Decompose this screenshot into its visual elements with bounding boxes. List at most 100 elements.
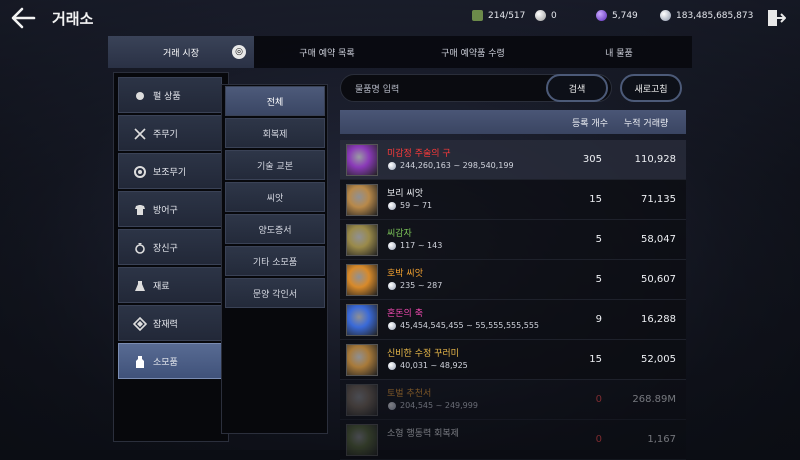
item-price: 117 ~ 143 xyxy=(388,241,442,250)
armor-icon xyxy=(135,205,145,215)
tab-reservation-receive[interactable]: 구매 예약품 수령 xyxy=(400,36,546,68)
category-list: 펄 상품 주무기 보조무기 방어구 장신구 재료 잠재력 소모품 xyxy=(113,72,229,442)
subcategory-all[interactable]: 전체 xyxy=(225,86,325,116)
page-title: 거래소 xyxy=(52,10,94,28)
subcategory-list: 전체 회복제 기술 교본 씨앗 양도증서 기타 소모품 문양 각인서 xyxy=(221,84,328,434)
item-price-range: 40,031 ~ 48,925 xyxy=(400,361,468,370)
item-total: 16,288 xyxy=(641,314,676,325)
bag-capacity: 214/517 xyxy=(472,10,525,21)
item-price-range: 244,260,163 ~ 298,540,199 xyxy=(400,161,514,170)
item-thumbnail-icon xyxy=(346,224,378,256)
tab-my-items[interactable]: 내 물품 xyxy=(546,36,692,68)
category-label: 방어구 xyxy=(153,205,178,216)
item-price: 204,545 ~ 249,999 xyxy=(388,401,478,410)
pearl-icon xyxy=(535,10,546,21)
item-name: 호박 씨앗 xyxy=(387,269,423,279)
bag-capacity-value: 214/517 xyxy=(488,10,526,21)
energy-value: 5,749 xyxy=(612,10,638,21)
category-accessory[interactable]: 장신구 xyxy=(118,229,222,265)
item-row[interactable]: 토벌 추천서 204,545 ~ 249,999 0 268.89M xyxy=(340,380,686,420)
header-total: 누적 거래량 xyxy=(624,118,669,129)
tab-market-label: 거래 시장 xyxy=(163,48,199,59)
item-price-range: 117 ~ 143 xyxy=(400,241,443,250)
item-thumbnail-icon xyxy=(346,384,378,416)
silver-icon xyxy=(388,361,396,370)
item-thumbnail-icon xyxy=(346,184,378,216)
category-label: 펄 상품 xyxy=(153,91,181,102)
main-weapon-icon xyxy=(134,128,146,140)
item-price: 244,260,163 ~ 298,540,199 xyxy=(388,161,514,170)
accessory-icon xyxy=(135,243,145,254)
category-label: 장신구 xyxy=(153,243,178,254)
silver-icon xyxy=(388,321,396,330)
tab-market[interactable]: 거래 시장 ◎ xyxy=(108,36,254,68)
category-main-weapon[interactable]: 주무기 xyxy=(118,115,222,151)
item-row[interactable]: 씨감자 117 ~ 143 5 58,047 xyxy=(340,220,686,260)
category-potential[interactable]: 잠재력 xyxy=(118,305,222,341)
item-name: 씨감자 xyxy=(387,229,412,239)
item-price-range: 45,454,545,455 ~ 55,555,555,555 xyxy=(400,321,540,330)
item-row[interactable]: 혼돈의 축 45,454,545,455 ~ 55,555,555,555 9 16,… xyxy=(340,300,686,340)
subcategory-seeds[interactable]: 씨앗 xyxy=(225,182,325,212)
item-total: 110,928 xyxy=(634,154,676,165)
item-total: 58,047 xyxy=(641,234,676,245)
silver-value: 183,485,685,873 xyxy=(676,10,754,21)
item-count: 9 xyxy=(595,314,602,325)
back-arrow-icon[interactable] xyxy=(10,6,36,30)
item-name: 보리 씨앗 xyxy=(387,189,423,199)
pearl-value: 0 xyxy=(551,10,557,21)
item-row[interactable]: 보리 씨앗 59 ~ 71 15 71,135 xyxy=(340,180,686,220)
item-total: 50,607 xyxy=(641,274,676,285)
category-pearl-items[interactable]: 펄 상품 xyxy=(118,77,222,113)
category-label: 소모품 xyxy=(153,357,178,368)
subcategory-engraving[interactable]: 문양 각인서 xyxy=(225,278,325,308)
list-header: 등록 개수 누적 거래량 xyxy=(340,110,686,134)
refresh-button[interactable]: 새로고침 xyxy=(620,74,682,102)
energy-icon xyxy=(596,10,607,21)
item-price-range: 235 ~ 287 xyxy=(400,281,443,290)
settings-icon[interactable]: ◎ xyxy=(232,45,246,59)
consumable-icon xyxy=(136,356,144,368)
item-thumbnail-icon xyxy=(346,264,378,296)
item-name: 신비한 수정 꾸러미 xyxy=(387,349,459,359)
tab-reservation-list-label: 구매 예약 목록 xyxy=(299,48,355,59)
category-consumable[interactable]: 소모품 xyxy=(118,343,222,379)
item-row[interactable]: 호박 씨앗 235 ~ 287 5 50,607 xyxy=(340,260,686,300)
potential-icon xyxy=(133,317,147,331)
item-row[interactable]: 소형 행동력 회복제 0 1,167 xyxy=(340,420,686,460)
bag-capacity-icon xyxy=(472,10,483,21)
item-name: 토벌 추천서 xyxy=(387,389,432,399)
item-thumbnail-icon xyxy=(346,344,378,376)
category-label: 재료 xyxy=(153,281,170,292)
subcategory-other-consumables[interactable]: 기타 소모품 xyxy=(225,246,325,276)
item-count: 15 xyxy=(589,354,602,365)
silver-icon xyxy=(388,161,396,170)
item-thumbnail-icon xyxy=(346,424,378,456)
material-icon xyxy=(135,281,145,291)
sub-weapon-icon xyxy=(134,166,146,178)
silver-icon xyxy=(388,281,396,290)
subcategory-skill-book[interactable]: 기술 교본 xyxy=(225,150,325,180)
category-material[interactable]: 재료 xyxy=(118,267,222,303)
item-count: 5 xyxy=(595,234,602,245)
item-row[interactable]: 미감정 주술의 구 244,260,163 ~ 298,540,199 305 110… xyxy=(340,140,686,180)
market-tabs: 거래 시장 ◎ 구매 예약 목록 구매 예약품 수령 내 물품 xyxy=(108,36,692,68)
subcategory-recovery[interactable]: 회복제 xyxy=(225,118,325,148)
item-count: 0 xyxy=(595,434,602,445)
category-armor[interactable]: 방어구 xyxy=(118,191,222,227)
item-price-range: 204,545 ~ 249,999 xyxy=(400,401,478,410)
category-label: 잠재력 xyxy=(153,319,178,330)
item-thumbnail-icon xyxy=(346,144,378,176)
tab-reservation-list[interactable]: 구매 예약 목록 xyxy=(254,36,400,68)
category-label: 주무기 xyxy=(153,129,178,140)
exit-icon[interactable] xyxy=(766,8,786,28)
item-name: 혼돈의 축 xyxy=(387,309,423,319)
category-sub-weapon[interactable]: 보조무기 xyxy=(118,153,222,189)
search-button[interactable]: 검색 xyxy=(546,74,608,102)
item-name: 미감정 주술의 구 xyxy=(387,149,451,159)
item-name: 소형 행동력 회복제 xyxy=(387,429,459,439)
item-total: 268.89M xyxy=(632,394,676,405)
pearl-item-icon xyxy=(136,92,144,100)
item-row[interactable]: 신비한 수정 꾸러미 40,031 ~ 48,925 15 52,005 xyxy=(340,340,686,380)
subcategory-transfer-deed[interactable]: 양도증서 xyxy=(225,214,325,244)
